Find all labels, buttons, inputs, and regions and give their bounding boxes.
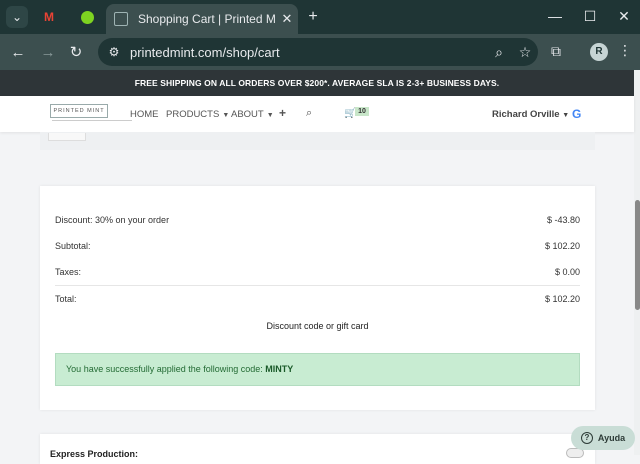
taxes-row: Taxes: $ 0.00 <box>55 267 580 277</box>
browser-toolbar: ← → ↻ ⚙ printedmint.com/shop/cart ⌕ ☆ ⧉ <box>0 34 640 70</box>
browser-tab-strip: ⌄ M Shopping Cart | Printed Mint ✕ + — ☐… <box>0 0 640 34</box>
tab-close-icon[interactable]: ✕ <box>276 11 298 27</box>
taxes-label: Taxes: <box>55 267 82 277</box>
order-summary-card: Discount: 30% on your order $ -43.80 Sub… <box>40 186 595 410</box>
printed-mint-favicon-icon <box>114 12 128 26</box>
previous-card-button[interactable] <box>48 133 86 141</box>
discount-amount: $ -43.80 <box>546 215 580 225</box>
address-url[interactable]: printedmint.com/shop/cart <box>130 45 486 60</box>
forward-arrow-icon[interactable]: → <box>38 42 58 62</box>
total-row: Total: $ 102.20 <box>55 294 580 304</box>
nav-products-label: PRODUCTS <box>166 109 220 120</box>
site-info-icon[interactable]: ⚙ <box>106 44 122 60</box>
reload-icon[interactable]: ↻ <box>66 42 86 62</box>
help-button[interactable]: ? Ayuda <box>571 426 635 450</box>
help-question-icon: ? <box>580 432 593 444</box>
previous-card <box>40 132 595 150</box>
window-close-icon[interactable]: ✕ <box>614 8 634 25</box>
page-scrollbar-thumb[interactable] <box>635 200 640 310</box>
caret-down-icon: ▼ <box>222 112 230 119</box>
bookmark-star-icon[interactable]: ☆ <box>512 44 538 61</box>
user-name: Richard Orville <box>492 109 560 120</box>
gmail-tab-icon[interactable]: M <box>38 6 60 28</box>
maximize-icon[interactable]: ☐ <box>580 8 600 25</box>
browser-menu-icon[interactable]: ⋮ <box>618 42 632 59</box>
pinned-tab-icon[interactable] <box>76 6 98 28</box>
printed-mint-logo[interactable]: PRINTED MINT <box>50 104 108 118</box>
zoom-icon[interactable]: ⌕ <box>486 44 512 61</box>
back-arrow-icon[interactable]: ← <box>8 42 28 62</box>
subtotal-row: Subtotal: $ 102.20 <box>55 241 580 251</box>
plus-icon[interactable]: + <box>279 106 286 120</box>
nav-products[interactable]: PRODUCTS ▼ <box>166 109 229 120</box>
user-menu[interactable]: Richard Orville ▼ <box>492 109 569 120</box>
tab-title: Shopping Cart | Printed Mint <box>138 12 276 26</box>
extensions-icon[interactable]: ⧉ <box>546 43 566 60</box>
caret-down-icon: ▼ <box>266 112 274 119</box>
cart-count-badge: 10 <box>355 107 369 116</box>
site-header: PRINTED MINT HOME PRODUCTS ▼ ABOUT ▼ + ⌕ 🛒… <box>0 96 634 132</box>
search-icon[interactable]: ⌕ <box>306 107 312 120</box>
express-production-card: Express Production: <box>40 434 595 464</box>
tab-search-button[interactable]: ⌄ <box>6 6 28 28</box>
address-bar[interactable]: ⚙ printedmint.com/shop/cart ⌕ ☆ <box>98 38 538 66</box>
nav-about[interactable]: ABOUT ▼ <box>231 109 274 120</box>
subtotal-amount: $ 102.20 <box>544 241 580 251</box>
promo-banner: FREE SHIPPING ON ALL ORDERS OVER $200*. … <box>0 70 634 96</box>
nav-about-label: ABOUT <box>231 109 264 120</box>
new-tab-button[interactable]: + <box>302 6 324 28</box>
discount-row: Discount: 30% on your order $ -43.80 <box>55 215 580 225</box>
total-divider <box>55 285 580 286</box>
total-label: Total: <box>55 294 77 304</box>
minimize-icon[interactable]: — <box>545 8 565 24</box>
logo-underline <box>52 120 132 122</box>
express-production-title: Express Production: <box>50 449 139 459</box>
alert-code: MINTY <box>265 364 294 374</box>
active-tab[interactable]: Shopping Cart | Printed Mint ✕ <box>106 4 298 34</box>
taxes-amount: $ 0.00 <box>554 267 580 277</box>
google-icon[interactable]: G <box>572 107 581 121</box>
caret-down-icon: ▼ <box>562 112 570 119</box>
discount-label: Discount: 30% on your order <box>55 215 170 225</box>
nav-home[interactable]: HOME <box>130 109 159 120</box>
help-label: Ayuda <box>597 433 626 443</box>
profile-avatar[interactable]: R <box>590 43 608 61</box>
total-amount: $ 102.20 <box>544 294 580 304</box>
alert-text: You have successfully applied the follow… <box>66 364 266 374</box>
discount-code-link[interactable]: Discount code or gift card <box>40 321 595 331</box>
discount-success-alert: You have successfully applied the follow… <box>55 353 580 386</box>
subtotal-label: Subtotal: <box>55 241 91 251</box>
